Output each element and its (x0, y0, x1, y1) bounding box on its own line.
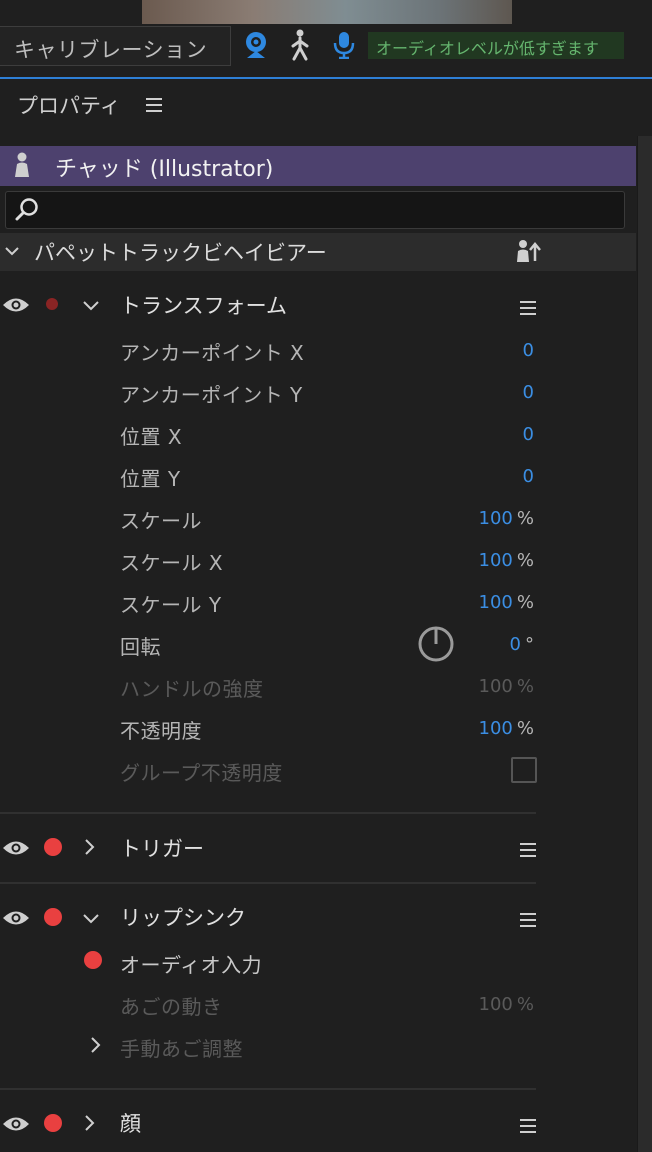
group-opacity-checkbox[interactable] (511, 757, 537, 783)
eye-icon[interactable] (2, 296, 30, 318)
section-menu-icon[interactable] (520, 300, 536, 319)
property-label: 不透明度 (120, 719, 202, 743)
section-divider (0, 1088, 536, 1090)
eye-icon[interactable] (2, 1115, 30, 1137)
record-arm-dot[interactable] (44, 908, 62, 926)
property-label: アンカーポイント X (120, 341, 305, 365)
jaw-motion-value: 100% (478, 994, 534, 1015)
section-menu-icon[interactable] (520, 1118, 536, 1137)
property-value[interactable]: 0 (523, 382, 534, 403)
property-label: アンカーポイント Y (120, 383, 303, 407)
manual-jaw-label[interactable]: 手動あご調整 (120, 1033, 243, 1062)
audio-input-record-dot[interactable] (84, 951, 102, 969)
property-value[interactable]: 100% (479, 550, 534, 571)
property-label: 位置 X (120, 425, 183, 449)
search-input[interactable] (44, 196, 614, 224)
eye-icon[interactable] (2, 839, 30, 861)
audio-level-warning: オーディオレベルが低すぎます (368, 32, 624, 59)
scrollbar[interactable] (637, 136, 652, 1152)
panel-menu-icon[interactable] (146, 97, 162, 117)
property-label: 回転 (120, 635, 161, 659)
section-divider (0, 882, 536, 884)
puppet-name: チャッド (Illustrator) (55, 157, 274, 182)
audio-input-label: オーディオ入力 (120, 953, 263, 977)
microphone-icon[interactable] (332, 31, 356, 63)
property-value: 100% (478, 676, 534, 697)
property-value[interactable]: 100% (479, 718, 534, 739)
record-arm-dot[interactable] (44, 838, 62, 856)
property-value[interactable]: 0 (523, 424, 534, 445)
add-behavior-icon[interactable] (515, 239, 541, 267)
video-preview-thumbnail (142, 0, 512, 24)
chevron-down-icon[interactable] (82, 297, 100, 316)
section-title-trigger: トリガー (120, 837, 204, 861)
webcam-icon[interactable] (243, 31, 269, 63)
property-value[interactable]: 0 ° (510, 634, 534, 655)
jaw-motion-label: あごの動き (120, 995, 223, 1019)
section-divider (0, 812, 536, 814)
property-value[interactable]: 100% (479, 592, 534, 613)
property-label: スケール X (120, 551, 224, 575)
property-value[interactable]: 0 (523, 466, 534, 487)
rotation-dial-icon[interactable] (416, 624, 456, 668)
behaviors-title: パペットトラックビヘイビアー (34, 241, 327, 265)
property-label: グループ不透明度 (120, 761, 283, 785)
panel-title: プロパティ (17, 94, 121, 118)
eye-icon[interactable] (2, 909, 30, 931)
puppet-icon (12, 152, 32, 182)
property-value[interactable]: 0 (523, 340, 534, 361)
property-label: スケール Y (120, 593, 222, 617)
section-title-lipsync: リップシンク (120, 906, 246, 930)
property-value[interactable]: 100% (479, 508, 534, 529)
section-menu-icon[interactable] (520, 842, 536, 861)
section-title-face: 顔 (120, 1112, 141, 1136)
record-arm-dot[interactable] (46, 298, 58, 310)
chevron-right-icon[interactable] (82, 1114, 96, 1136)
panel-divider (0, 77, 652, 79)
property-label: 位置 Y (120, 467, 181, 491)
search-icon (14, 197, 40, 227)
property-label: ハンドルの強度 (120, 677, 264, 701)
section-menu-icon[interactable] (520, 912, 536, 931)
body-tracker-icon[interactable] (288, 29, 312, 65)
chevron-right-icon[interactable] (82, 838, 96, 860)
section-title-transform: トランスフォーム (120, 294, 287, 318)
calibration-button[interactable]: キャリブレーション (0, 26, 231, 66)
record-arm-dot[interactable] (44, 1114, 62, 1132)
chevron-down-icon[interactable] (82, 910, 100, 929)
property-label: スケール (120, 509, 202, 533)
chevron-down-icon[interactable] (4, 243, 20, 262)
chevron-right-icon[interactable] (88, 1036, 102, 1058)
